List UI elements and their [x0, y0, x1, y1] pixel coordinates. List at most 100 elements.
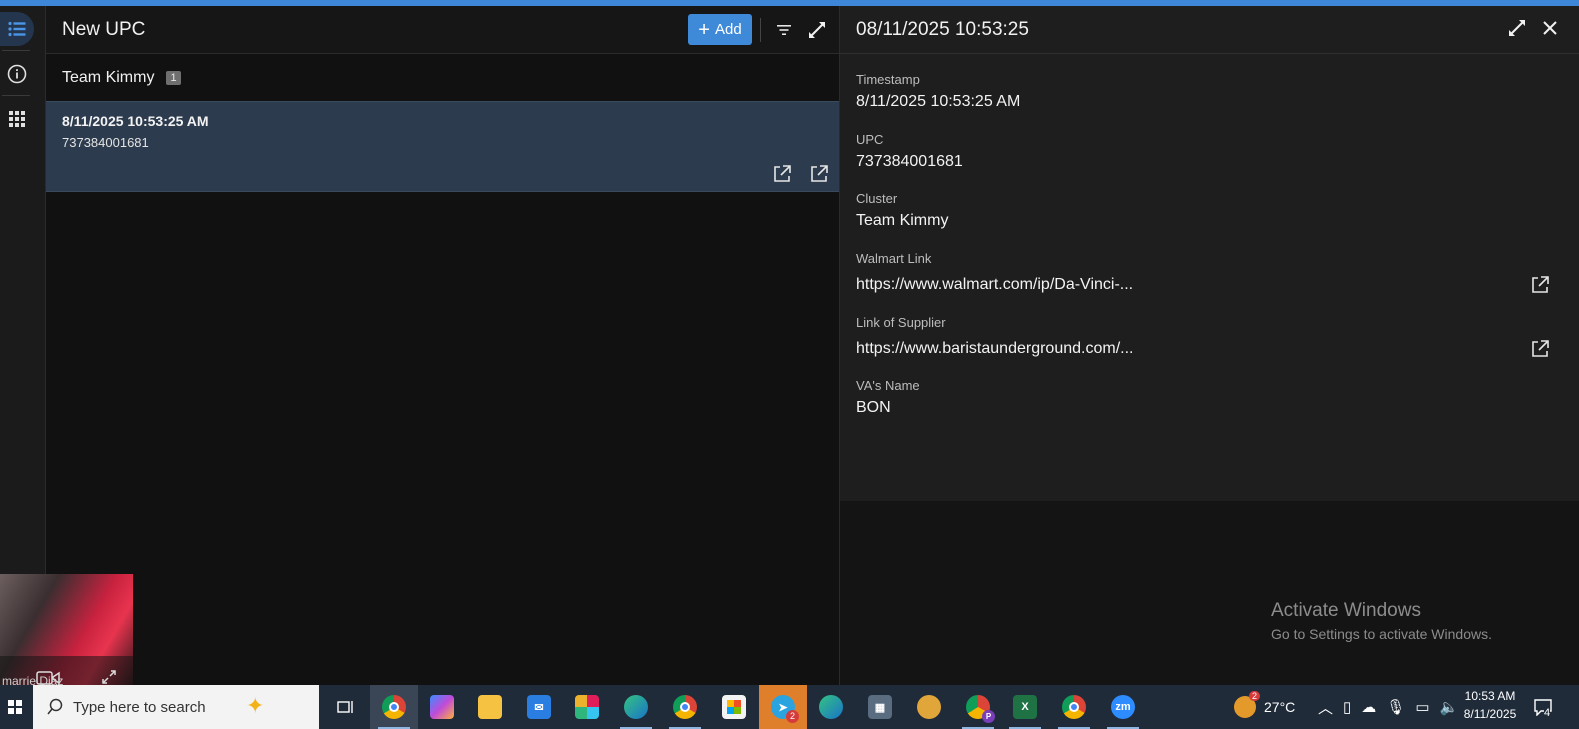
- field-cluster: Cluster Team Kimmy: [856, 191, 948, 230]
- field-label: Link of Supplier: [856, 315, 946, 330]
- taskbar-excel[interactable]: X: [1001, 685, 1049, 729]
- meet-now-icon[interactable]: ▯: [1343, 698, 1351, 716]
- chevron-up-icon[interactable]: ︿: [1318, 697, 1333, 718]
- external-link-icon: [811, 165, 828, 182]
- taskbar-slack[interactable]: [563, 685, 611, 729]
- taskbar-edge[interactable]: [612, 685, 660, 729]
- weather-widget[interactable]: 2 27°C: [1234, 685, 1295, 729]
- list-view-button[interactable]: [0, 12, 34, 46]
- chrome-icon: [1062, 695, 1086, 719]
- expand-list-button[interactable]: [806, 19, 828, 41]
- grid-apps-icon: [9, 111, 25, 127]
- list-header: New UPC + Add: [46, 6, 839, 54]
- taskbar-telegram[interactable]: ➤ 2: [759, 685, 807, 729]
- watermark-subtitle: Go to Settings to activate Windows.: [1271, 626, 1492, 642]
- taskbar-store[interactable]: [710, 685, 758, 729]
- excel-icon: X: [1013, 695, 1037, 719]
- copilot-sparkle-icon: ✦: [246, 693, 265, 718]
- video-call-thumbnail[interactable]: marrie Diaz: [0, 574, 133, 686]
- external-link-icon: [774, 165, 791, 182]
- field-walmart-link: Walmart Link https://www.walmart.com/ip/…: [856, 251, 1133, 294]
- folder-icon: [478, 695, 502, 719]
- chrome-icon: P: [966, 695, 995, 723]
- taskbar-chrome-3[interactable]: [1050, 685, 1098, 729]
- edge-icon: [624, 695, 648, 719]
- record-card[interactable]: 8/11/2025 10:53:25 AM 737384001681: [46, 101, 839, 192]
- info-button[interactable]: [0, 57, 34, 91]
- detail-title: 08/11/2025 10:53:25: [856, 18, 1029, 40]
- card-subtitle: 737384001681: [62, 135, 149, 150]
- task-view-icon: [337, 701, 353, 713]
- notification-count: 4: [1544, 707, 1551, 719]
- onedrive-icon[interactable]: ☁: [1361, 698, 1376, 716]
- microphone-icon[interactable]: 🎙: [1386, 698, 1405, 716]
- taskbar-edge-2[interactable]: [807, 685, 855, 729]
- taskbar-file-explorer[interactable]: [466, 685, 514, 729]
- walmart-link[interactable]: https://www.walmart.com/ip/Da-Vinci-...: [856, 276, 1133, 294]
- taskbar-calculator[interactable]: ▦: [856, 685, 904, 729]
- add-button[interactable]: + Add: [688, 14, 752, 45]
- field-upc: UPC 737384001681: [856, 132, 963, 171]
- apps-button[interactable]: [0, 102, 34, 136]
- field-label: Timestamp: [856, 72, 920, 87]
- external-link-icon: [1532, 340, 1549, 357]
- field-value: 737384001681: [856, 153, 963, 170]
- field-va-name: VA's Name BON: [856, 378, 920, 417]
- taskbar-zoom[interactable]: zm: [1099, 685, 1147, 729]
- field-value: 8/11/2025 10:53:25 AM: [856, 93, 1021, 110]
- group-count-badge: 1: [166, 70, 181, 85]
- supplier-link[interactable]: https://www.baristaunderground.com/...: [856, 340, 1133, 358]
- mail-icon: ✉: [527, 695, 551, 719]
- expand-icon: [809, 22, 825, 38]
- windows-taskbar: Type here to search ✦ ✉ ➤ 2 ▦ P X zm 2 2…: [0, 685, 1579, 729]
- clock-time: 10:53 AM: [1464, 689, 1516, 703]
- field-label: VA's Name: [856, 378, 920, 393]
- taskbar-chrome-active[interactable]: [370, 685, 418, 729]
- taskbar-clock[interactable]: 10:53 AM 8/11/2025: [1455, 687, 1525, 723]
- taskbar-mail[interactable]: ✉: [515, 685, 563, 729]
- expand-video-button[interactable]: [101, 669, 117, 686]
- taskbar-game[interactable]: [905, 685, 953, 729]
- close-icon: [1543, 21, 1557, 35]
- rail-divider: [2, 95, 30, 96]
- filter-button[interactable]: [773, 19, 795, 41]
- task-view-button[interactable]: [321, 685, 369, 729]
- network-icon[interactable]: ▭: [1415, 698, 1429, 716]
- field-supplier-link: Link of Supplier https://www.baristaunde…: [856, 315, 1133, 358]
- notification-center-button[interactable]: 4: [1533, 685, 1553, 729]
- start-button[interactable]: [0, 685, 30, 729]
- activate-windows-watermark: Activate Windows Go to Settings to activ…: [1271, 600, 1492, 642]
- calculator-icon: ▦: [868, 695, 892, 719]
- chrome-icon: [673, 695, 697, 719]
- card-title: 8/11/2025 10:53:25 AM: [62, 113, 209, 129]
- edge-icon: [819, 695, 843, 719]
- field-timestamp: Timestamp 8/11/2025 10:53:25 AM: [856, 72, 1020, 111]
- field-value: BON: [856, 399, 891, 416]
- detail-header: 08/11/2025 10:53:25: [840, 6, 1579, 54]
- taskbar-chrome-2[interactable]: [661, 685, 709, 729]
- header-divider: [760, 18, 761, 42]
- windows-logo-icon: [8, 700, 22, 714]
- open-supplier-link-button[interactable]: [1530, 339, 1550, 359]
- search-icon: [47, 698, 63, 715]
- store-icon: [722, 695, 746, 719]
- taskbar-copilot[interactable]: [418, 685, 466, 729]
- taskbar-chrome-profile[interactable]: P: [954, 685, 1002, 729]
- expand-detail-button[interactable]: [1508, 19, 1526, 42]
- group-header[interactable]: Team Kimmy 1: [46, 54, 839, 101]
- close-detail-button[interactable]: [1542, 20, 1558, 41]
- open-walmart-link-button[interactable]: [772, 164, 792, 184]
- open-supplier-link-button[interactable]: [809, 164, 829, 184]
- search-placeholder: Type here to search: [73, 698, 206, 716]
- taskbar-search[interactable]: Type here to search ✦: [33, 685, 319, 729]
- slack-icon: [575, 695, 599, 719]
- weather-badge: 2: [1248, 691, 1260, 701]
- rail-divider: [2, 50, 30, 51]
- chrome-icon: [382, 695, 406, 719]
- telegram-badge: 2: [786, 710, 799, 723]
- field-label: Walmart Link: [856, 251, 932, 266]
- list-icon: [8, 21, 26, 37]
- weather-icon: 2: [1234, 691, 1260, 718]
- open-walmart-link-button[interactable]: [1530, 275, 1550, 295]
- chrome-profile-badge: P: [982, 710, 995, 723]
